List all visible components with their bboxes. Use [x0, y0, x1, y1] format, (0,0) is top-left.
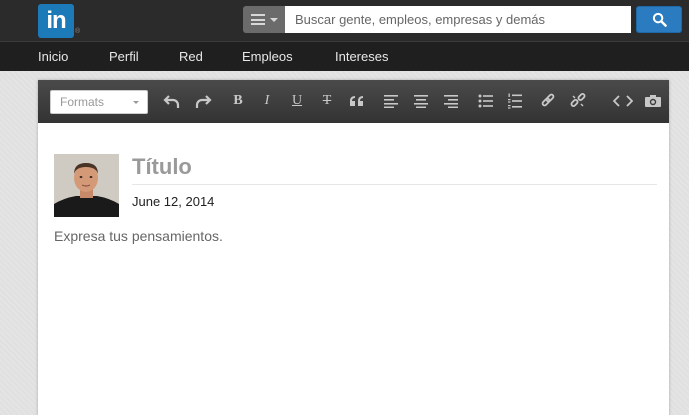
nav-item-empleos[interactable]: Empleos	[242, 42, 293, 72]
blockquote-button[interactable]	[346, 90, 368, 112]
align-left-button[interactable]	[380, 90, 402, 112]
link-button[interactable]	[537, 90, 559, 112]
chevron-down-icon	[133, 101, 139, 104]
insert-image-button[interactable]	[642, 90, 664, 112]
bold-button[interactable]: B	[227, 90, 249, 112]
undo-icon	[163, 95, 180, 108]
menu-list-icon	[250, 14, 265, 25]
nav-item-inicio[interactable]: Inicio	[38, 42, 68, 72]
nav-item-perfil[interactable]: Perfil	[109, 42, 139, 72]
numbered-list-icon	[508, 93, 522, 109]
post-date: June 12, 2014	[132, 194, 215, 209]
search-category-dropdown[interactable]	[243, 6, 285, 33]
bold-icon: B	[233, 93, 243, 108]
title-divider	[132, 184, 657, 185]
editor-toolbar: Formats B I U T	[38, 80, 669, 123]
redo-button[interactable]	[192, 90, 214, 112]
linkedin-logo[interactable]: in	[38, 4, 74, 38]
search-icon	[652, 12, 667, 27]
formats-dropdown[interactable]: Formats	[50, 90, 148, 114]
nav-item-intereses[interactable]: Intereses	[335, 42, 388, 72]
align-center-icon	[414, 95, 428, 108]
italic-button[interactable]: I	[256, 90, 278, 112]
undo-button[interactable]	[161, 90, 183, 112]
strikethrough-button[interactable]: T	[316, 90, 338, 112]
avatar-portrait	[54, 154, 119, 217]
author-avatar[interactable]	[54, 154, 119, 217]
unlink-icon	[570, 93, 586, 107]
italic-icon: I	[264, 93, 270, 108]
search-input[interactable]	[285, 6, 631, 33]
bullet-list-button[interactable]	[475, 90, 497, 112]
align-right-icon	[444, 95, 458, 108]
formats-label: Formats	[60, 95, 105, 109]
camera-icon	[645, 95, 661, 107]
redo-icon	[195, 95, 212, 108]
code-button[interactable]	[612, 90, 634, 112]
align-right-button[interactable]	[440, 90, 462, 112]
post-title-field[interactable]: Título	[132, 154, 192, 180]
underline-button[interactable]: U	[286, 90, 308, 112]
strikethrough-icon: T	[322, 93, 332, 108]
search-button[interactable]	[636, 6, 682, 33]
numbered-list-button[interactable]	[504, 90, 526, 112]
top-bar: in ®	[0, 0, 689, 41]
align-center-button[interactable]	[410, 90, 432, 112]
link-icon	[541, 93, 555, 107]
bullet-list-icon	[478, 94, 493, 108]
underline-icon: U	[291, 93, 303, 108]
main-nav: Inicio Perfil Red Empleos Intereses	[0, 41, 689, 71]
registered-mark: ®	[75, 28, 81, 35]
quote-icon	[350, 96, 363, 106]
nav-item-red[interactable]: Red	[179, 42, 203, 72]
chevron-down-icon	[269, 17, 278, 22]
code-icon	[613, 95, 633, 107]
post-body-field[interactable]: Expresa tus pensamientos.	[54, 228, 223, 244]
post-editor: Formats B I U T Título June 12, 2014 Exp…	[38, 80, 669, 415]
unlink-button[interactable]	[567, 90, 589, 112]
align-left-icon	[384, 95, 398, 108]
